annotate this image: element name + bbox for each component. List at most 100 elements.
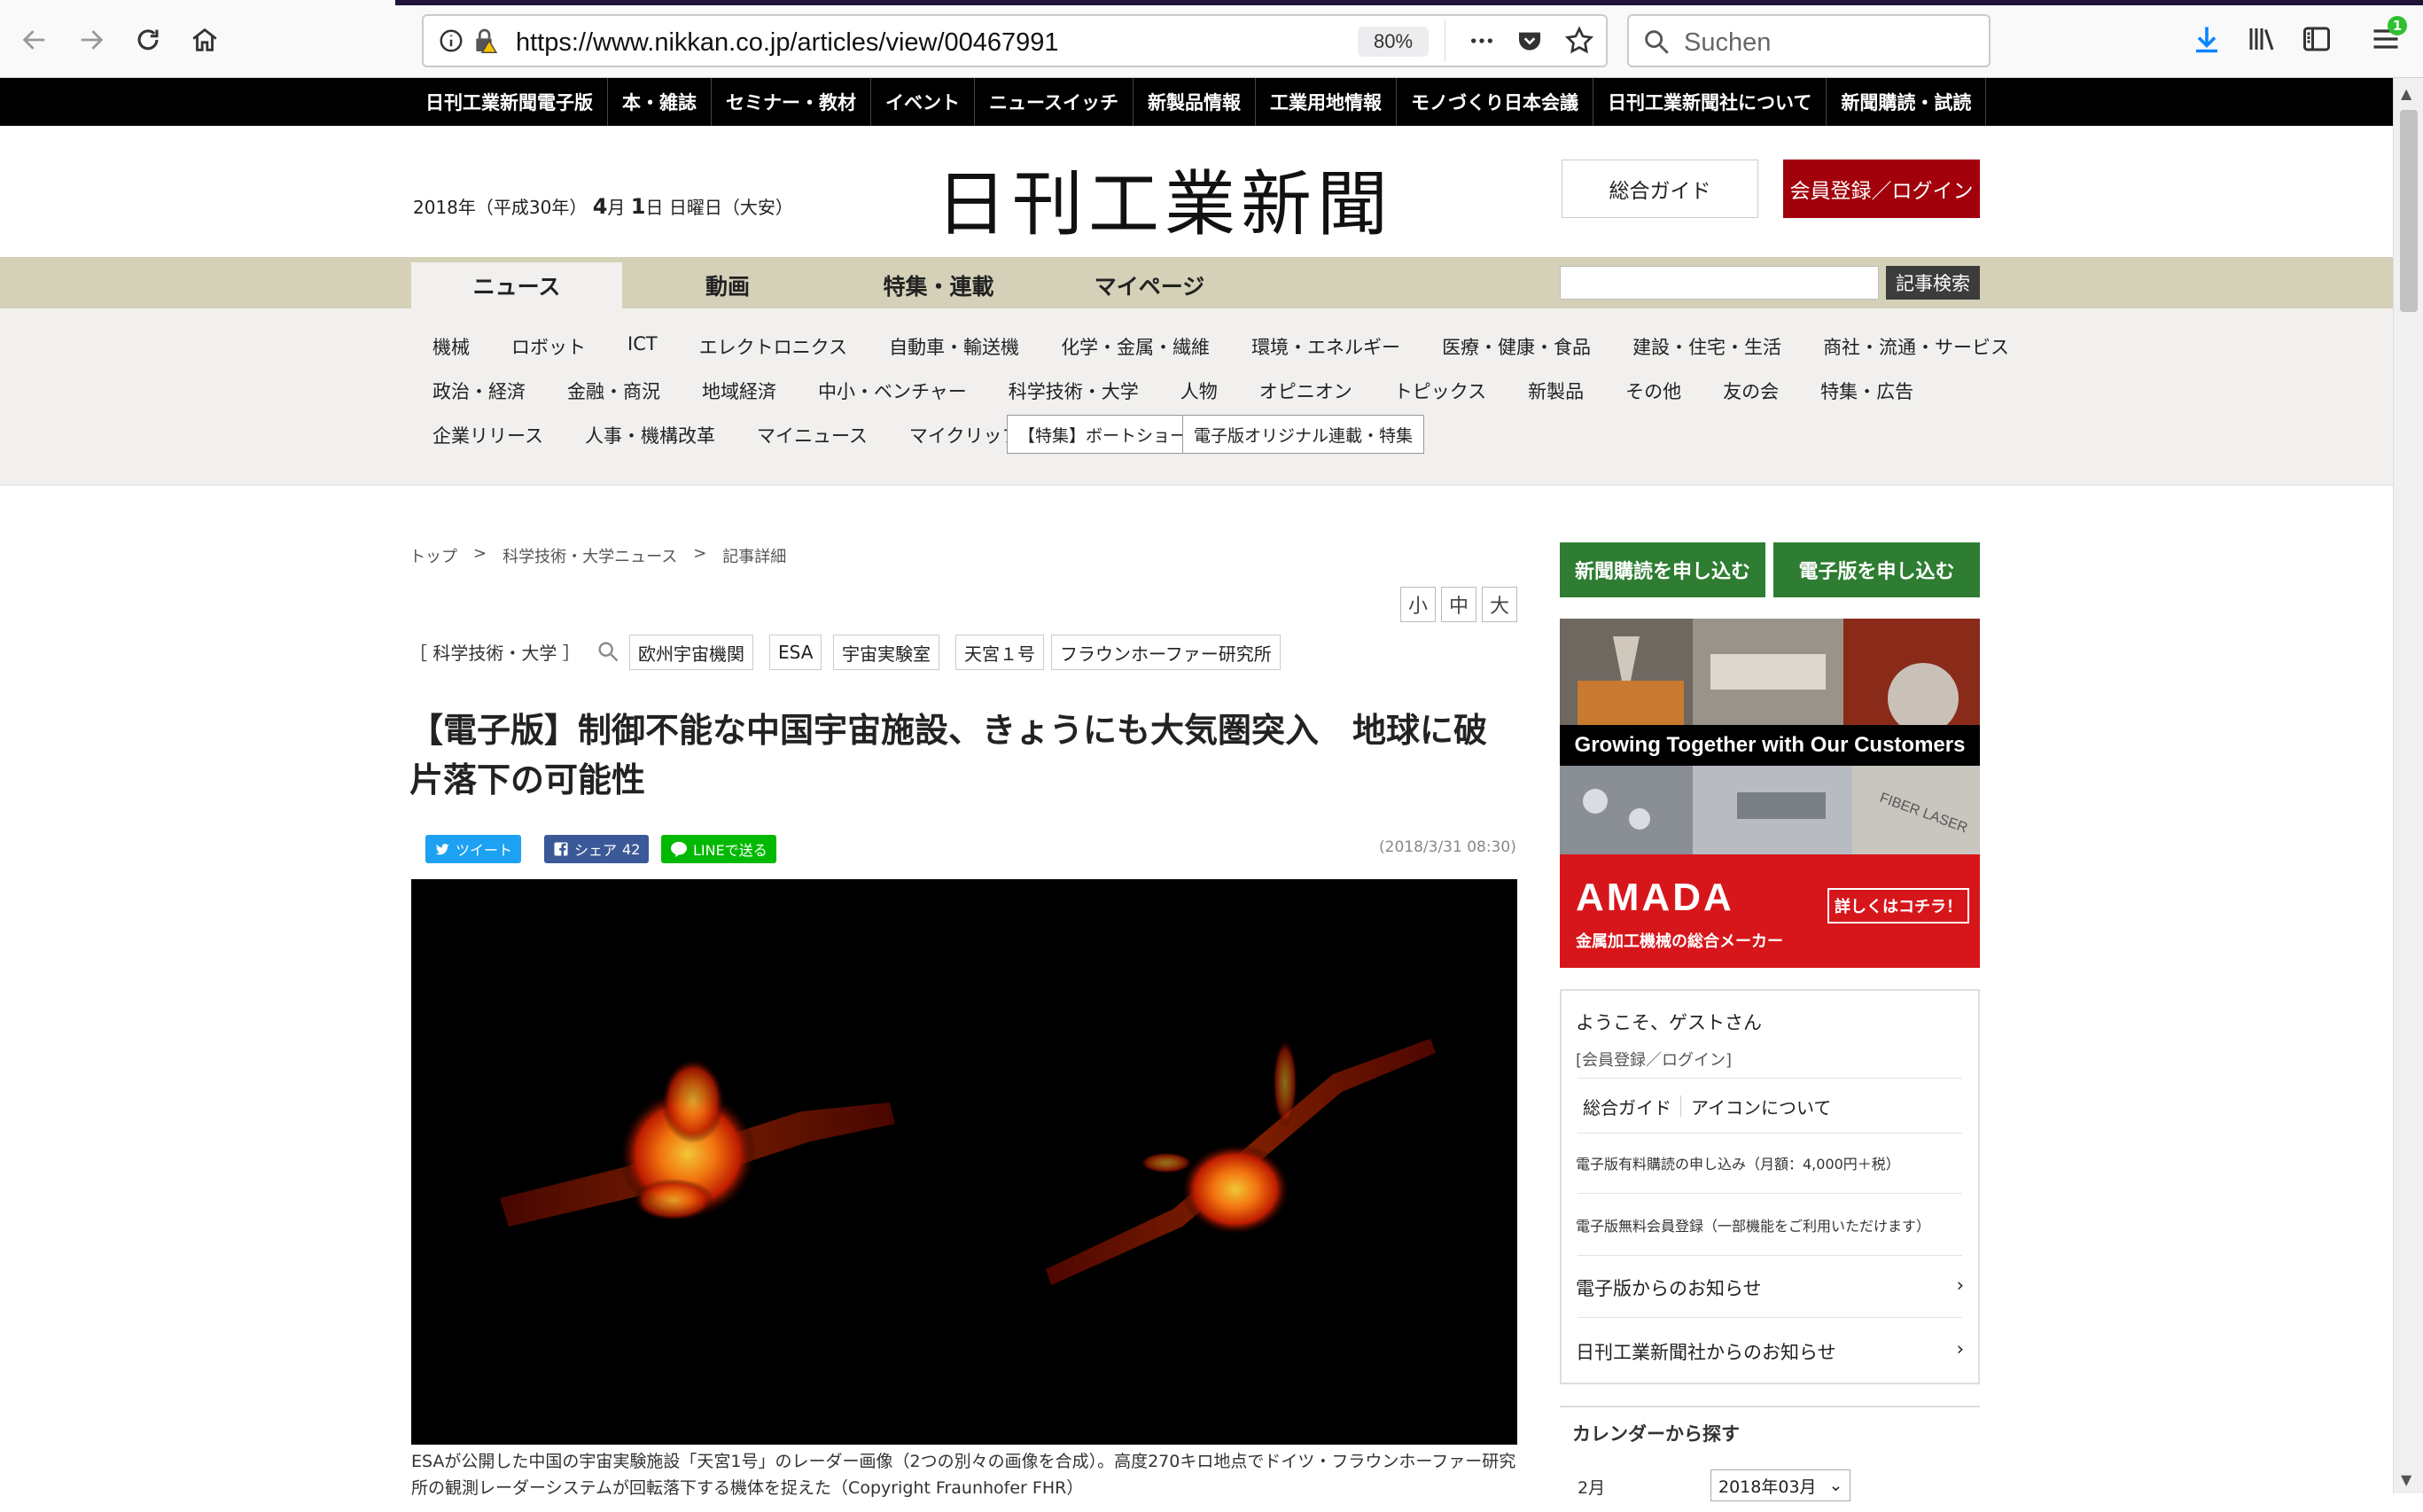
pocket-icon[interactable] <box>1515 27 1544 55</box>
tag-space-lab[interactable]: 宇宙実験室 <box>833 635 939 670</box>
tweet-button[interactable]: ツイート <box>425 835 522 863</box>
back-button[interactable] <box>7 12 62 67</box>
font-size-medium-button[interactable]: 中 <box>1441 587 1476 622</box>
tag-search-icon <box>598 642 619 662</box>
category-link[interactable]: 人物 <box>1180 378 1218 404</box>
page-actions-icon[interactable] <box>1466 27 1498 55</box>
category-link[interactable]: エレクトロニクス <box>699 333 847 360</box>
category-box-boatshow[interactable]: 【特集】ボートショー <box>1007 415 1199 454</box>
topnav-item-newswitch[interactable]: ニュースイッチ <box>974 78 1133 126</box>
category-link[interactable]: その他 <box>1625 378 1681 404</box>
scroll-up-icon[interactable]: ▲ <box>2401 85 2411 102</box>
tag-esa[interactable]: ESA <box>769 635 822 670</box>
category-link[interactable]: 機械 <box>432 333 470 360</box>
category-box-digital-original[interactable]: 電子版オリジナル連載・特集 <box>1182 415 1425 454</box>
article-category[interactable]: ［ 科学技術・大学 ］ <box>409 639 580 665</box>
info-icon[interactable] <box>438 27 464 54</box>
radar-image[interactable] <box>411 879 1517 1445</box>
category-link[interactable]: 環境・エネルギー <box>1251 333 1400 360</box>
topnav-item-monozukuri[interactable]: モノづくり日本会議 <box>1395 78 1593 126</box>
tab-video[interactable]: 動画 <box>622 262 833 308</box>
register-login-button[interactable]: 会員登録／ログイン <box>1783 160 1980 218</box>
category-link[interactable]: 友の会 <box>1723 378 1779 404</box>
tab-mypage[interactable]: マイページ <box>1044 262 1255 308</box>
category-link[interactable]: 建設・住宅・生活 <box>1632 333 1781 360</box>
font-size-small-button[interactable]: 小 <box>1400 587 1436 622</box>
calendar-month-select[interactable]: 2018年03月 ⌄ <box>1710 1469 1850 1501</box>
topnav-item-seminar[interactable]: セミナー・教材 <box>711 78 870 126</box>
category-link[interactable]: マイニュース <box>757 422 868 448</box>
category-link[interactable]: 自動車・輸送機 <box>889 333 1019 360</box>
general-guide-button[interactable]: 総合ガイド <box>1562 160 1758 218</box>
ad-details-button[interactable]: 詳しくはコチラ！ <box>1827 888 1969 924</box>
sidebar-toggle-button[interactable] <box>2297 19 2336 58</box>
forward-button[interactable] <box>64 12 119 67</box>
register-login-link[interactable]: [会員登録／ログイン] <box>1576 1048 1732 1071</box>
category-row-3: 企業リリース 人事・機構改革 マイニュース マイクリップ <box>432 422 1063 448</box>
page-scrollbar[interactable]: ▲ ▼ <box>2393 78 2423 1493</box>
tag-tiangong[interactable]: 天宮１号 <box>955 635 1044 670</box>
category-link[interactable]: マイクリップ <box>909 422 1021 448</box>
subscribe-newspaper-button[interactable]: 新聞購読を申し込む <box>1560 542 1765 597</box>
topnav-item-digital[interactable]: 日刊工業新聞電子版 <box>411 78 607 126</box>
home-button[interactable] <box>177 12 232 67</box>
scroll-down-icon[interactable]: ▼ <box>2401 1471 2411 1488</box>
breadcrumb-science[interactable]: 科学技術・大学ニュース <box>503 544 677 567</box>
facebook-share-button[interactable]: シェア 42 <box>544 835 650 863</box>
insecure-lock-icon[interactable] <box>471 27 500 55</box>
zoom-level-badge[interactable]: 80% <box>1358 27 1429 57</box>
category-link[interactable]: 商社・流通・サービス <box>1823 333 2009 360</box>
category-link[interactable]: 中小・ベンチャー <box>818 378 967 404</box>
category-link[interactable]: トピックス <box>1394 378 1486 404</box>
paid-subscription-link[interactable]: 電子版有料購読の申し込み（月額：4,000円＋税） <box>1576 1152 1900 1173</box>
category-link[interactable]: 地域経済 <box>702 378 776 404</box>
category-link[interactable]: 医療・健康・食品 <box>1442 333 1591 360</box>
site-logo[interactable]: 日刊工業新聞 <box>936 147 1393 250</box>
topnav-item-subscribe[interactable]: 新聞購読・試読 <box>1826 78 1987 126</box>
topnav-item-events[interactable]: イベント <box>870 78 974 126</box>
breadcrumb-top[interactable]: トップ <box>409 544 457 567</box>
category-link[interactable]: 金融・商況 <box>567 378 660 404</box>
chevron-down-icon: ⌄ <box>1828 1476 1843 1495</box>
tag-esa-ja[interactable]: 欧州宇宙機関 <box>629 635 753 670</box>
member-panel: ようこそ、ゲストさん [会員登録／ログイン] 総合ガイド アイコンについて 電子… <box>1560 989 1980 1384</box>
url-bar[interactable]: https://www.nikkan.co.jp/articles/view/0… <box>422 14 1608 67</box>
tab-news[interactable]: ニュース <box>411 262 622 308</box>
free-registration-link[interactable]: 電子版無料会員登録（一部機能をご利用いただけます） <box>1576 1214 1930 1235</box>
ad-brand-name: AMADA <box>1576 876 1734 919</box>
library-button[interactable] <box>2242 19 2281 58</box>
bookmark-star-icon[interactable] <box>1563 25 1595 57</box>
line-share-button[interactable]: LINEで送る <box>661 835 776 863</box>
category-link[interactable]: 科学技術・大学 <box>1009 378 1139 404</box>
category-link[interactable]: ICT <box>627 333 658 360</box>
amada-advertisement[interactable]: Growing Together with Our Customers FIBE… <box>1560 619 1980 968</box>
topnav-item-new-products[interactable]: 新製品情報 <box>1132 78 1255 126</box>
topnav-item-about[interactable]: 日刊工業新聞社について <box>1592 78 1826 126</box>
keyword-search-input[interactable] <box>1560 266 1879 300</box>
font-size-large-button[interactable]: 大 <box>1482 587 1517 622</box>
icon-about-link[interactable]: アイコンについて <box>1691 1094 1831 1119</box>
topnav-item-books[interactable]: 本・雑誌 <box>607 78 711 126</box>
digital-notices-link[interactable]: 電子版からのお知らせ › <box>1576 1274 1964 1301</box>
company-notices-link[interactable]: 日刊工業新聞社からのお知らせ › <box>1576 1338 1964 1365</box>
scroll-thumb[interactable] <box>2400 110 2418 312</box>
downloads-button[interactable] <box>2187 19 2226 58</box>
category-link[interactable]: 化学・金属・繊維 <box>1061 333 1210 360</box>
category-link[interactable]: ロボット <box>511 333 586 360</box>
category-link[interactable]: 新製品 <box>1528 378 1584 404</box>
category-link[interactable]: 特集・広告 <box>1820 378 1913 404</box>
topnav-item-industrial-land[interactable]: 工業用地情報 <box>1254 78 1396 126</box>
tag-fraunhofer[interactable]: フラウンホーファー研究所 <box>1051 635 1281 670</box>
category-link[interactable]: 企業リリース <box>432 422 543 448</box>
tab-features[interactable]: 特集・連載 <box>833 262 1044 308</box>
subscribe-digital-button[interactable]: 電子版を申し込む <box>1773 542 1980 597</box>
general-guide-link[interactable]: 総合ガイド <box>1583 1094 1671 1119</box>
reload-button[interactable] <box>121 12 175 67</box>
url-text[interactable]: https://www.nikkan.co.jp/articles/view/0… <box>516 28 1059 58</box>
category-link[interactable]: 人事・機構改革 <box>585 422 715 448</box>
calendar-prev-month[interactable]: 2月 <box>1578 1475 1605 1499</box>
browser-search-bar[interactable]: Suchen <box>1627 14 1991 67</box>
category-link[interactable]: 政治・経済 <box>432 378 526 404</box>
category-link[interactable]: オピニオン <box>1259 378 1352 404</box>
article-search-button[interactable]: 記事検索 <box>1886 266 1980 300</box>
